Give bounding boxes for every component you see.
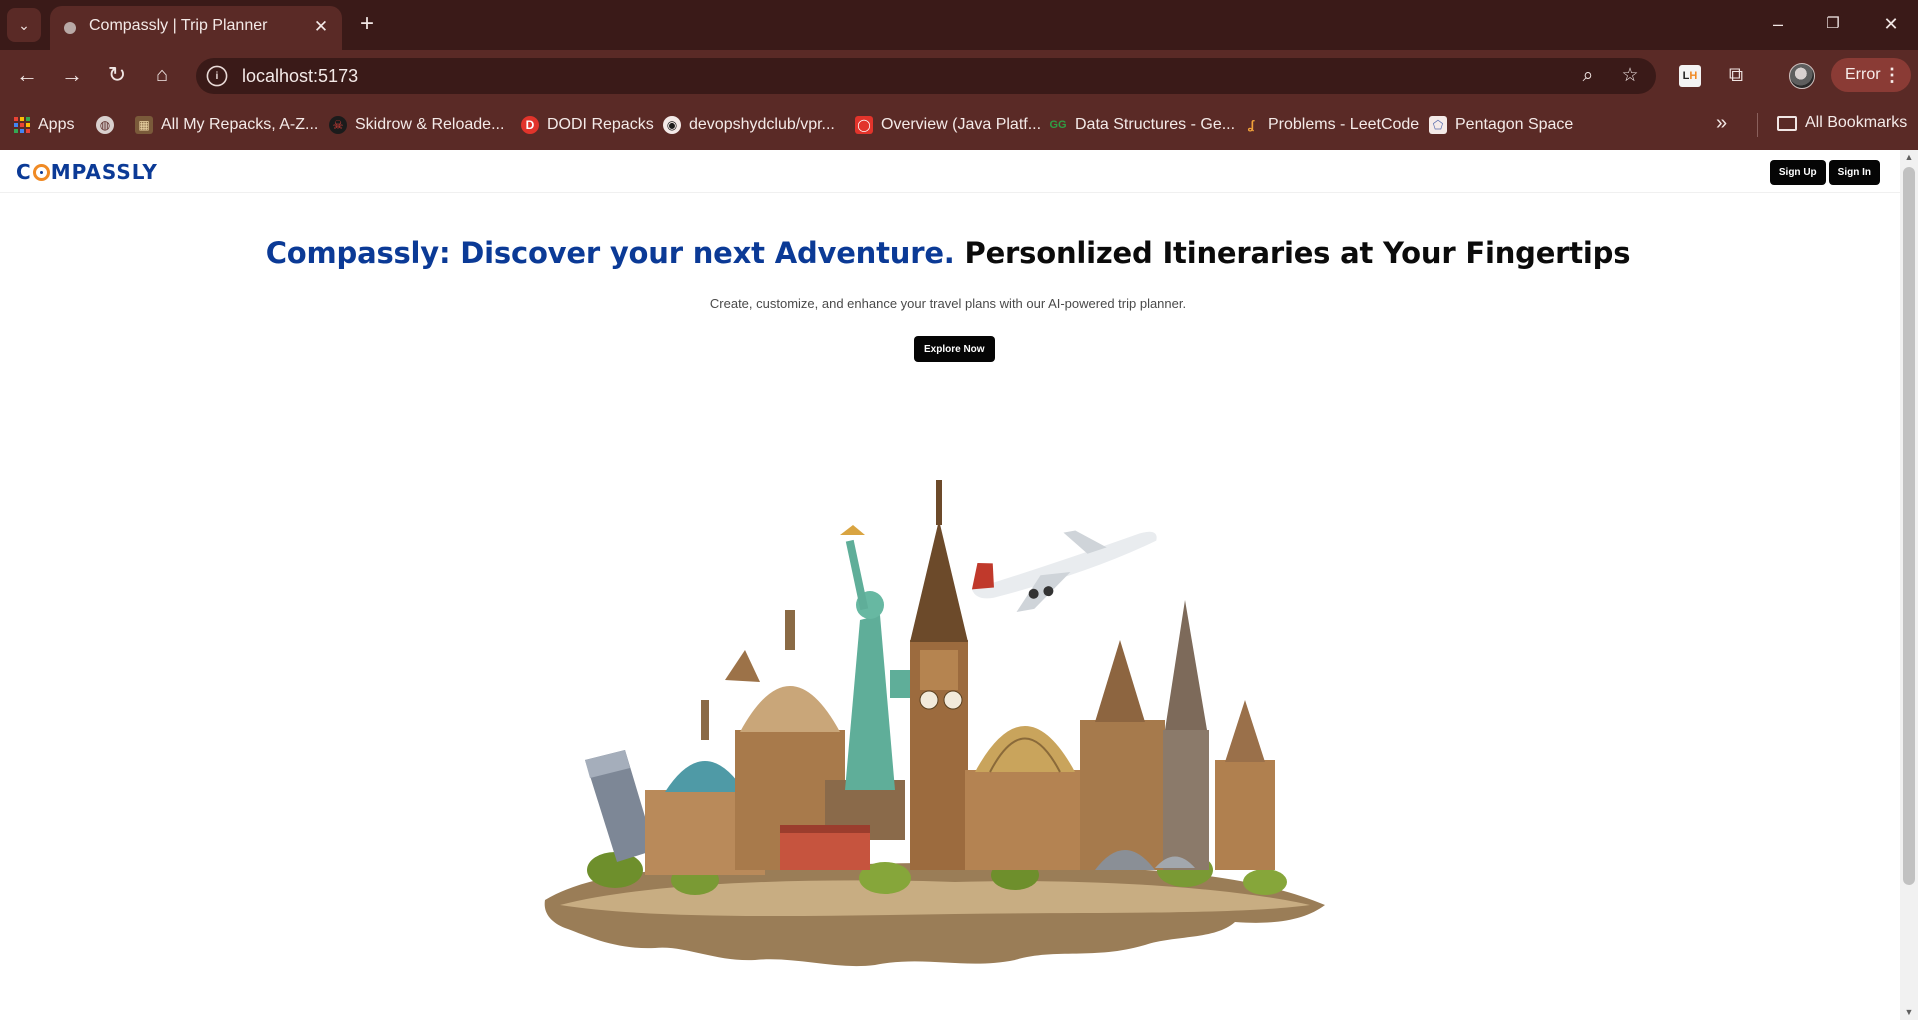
bookmark-github[interactable]: ◉ devopshydclub/vpr... [663,114,835,136]
bookmarks-divider [1757,113,1758,137]
tab-search-icon[interactable]: ⌄ [7,8,41,42]
hero-title-highlight: Compassly: Discover your next Adventure. [265,236,955,270]
restore-icon[interactable]: ❐ [1813,8,1853,40]
hero-subtitle: Create, customize, and enhance your trav… [709,296,1187,311]
zoom-icon[interactable]: ⌕ [1574,62,1602,90]
oracle-icon: ◯ [855,116,873,134]
repacks-icon: ▦ [135,116,153,134]
site-navbar: C MPASSLY Sign Up Sign In [0,150,1900,193]
bookmarks-bar: Apps ◍ ▦ All My Repacks, A-Z... ☠ Skidro… [0,100,1918,150]
page-viewport: C MPASSLY Sign Up Sign In Compassly: Disc… [0,150,1918,1020]
bookmark-label: Overview (Java Platf... [881,116,1042,133]
bookmark-label: Apps [38,116,75,133]
bookmark-java-overview[interactable]: ◯ Overview (Java Platf... [855,114,1041,136]
explore-now-button[interactable]: Explore Now [914,336,995,362]
scroll-up-icon[interactable]: ▲ [1900,150,1918,165]
bookmark-geeksforgeeks[interactable]: GG Data Structures - Ge... [1049,114,1235,136]
tab-title: Compassly | Trip Planner [89,17,268,34]
geeksforgeeks-icon: GG [1049,119,1067,131]
tab-strip: ⌄ Compassly | Trip Planner ✕ + – ❐ ✕ [0,0,1918,50]
sign-up-button[interactable]: Sign Up [1769,160,1826,185]
browser-toolbar: ← → ↻ ⌂ i localhost:5173 ⌕ ☆ LH ⧉ Error … [0,50,1918,100]
bookmark-label: DODI Repacks [547,116,654,133]
compass-icon [32,164,50,181]
extensions-puzzle-icon[interactable]: ⧉ [1722,61,1750,89]
bookmark-label: Pentagon Space [1455,116,1574,133]
more-bookmarks-chevron-icon[interactable]: » [1716,112,1727,135]
back-icon[interactable]: ← [11,59,43,91]
compassly-logo[interactable]: C MPASSLY [16,160,158,184]
leetcode-icon: ʆ [1247,118,1255,132]
scrollbar-thumb[interactable] [1903,167,1915,885]
hero-title-rest: Personlized Itineraries at Your Fingerti… [964,236,1631,270]
reload-icon[interactable]: ↻ [101,59,133,91]
skull-icon: ☠ [329,116,347,134]
bookmark-label: Data Structures - Ge... [1075,116,1236,133]
profile-error-label: Error [1845,66,1881,83]
bookmark-label: Problems - LeetCode [1268,116,1420,133]
bookmark-label: devopshydclub/vpr... [689,116,835,133]
auth-buttons: Sign Up Sign In [1769,160,1880,185]
profile-error-chip[interactable]: Error ⋮ [1831,58,1911,92]
bookmark-skidrow[interactable]: ☠ Skidrow & Reloade... [329,114,504,136]
active-tab[interactable]: Compassly | Trip Planner ✕ [50,6,342,50]
bookmark-all-my-repacks[interactable]: ▦ All My Repacks, A-Z... [135,114,318,136]
bookmark-label: Skidrow & Reloade... [355,116,505,133]
profile-avatar[interactable] [1789,63,1815,89]
forward-icon[interactable]: → [56,59,88,91]
bookmark-label: All My Repacks, A-Z... [161,116,319,133]
pentagon-icon: ⬠ [1429,116,1447,134]
globe-icon: ◍ [96,116,114,134]
bookmark-star-icon[interactable]: ☆ [1616,62,1644,90]
tab-close-icon[interactable]: ✕ [310,16,332,38]
address-bar[interactable]: i localhost:5173 ⌕ ☆ [196,58,1656,94]
bookmark-dodi[interactable]: D DODI Repacks [521,114,654,136]
page-scrollbar[interactable]: ▲ ▼ [1900,150,1918,1020]
github-icon: ◉ [663,116,681,134]
site-info-icon[interactable]: i [206,65,228,87]
sign-in-button[interactable]: Sign In [1828,160,1880,185]
browser-window: ⌄ Compassly | Trip Planner ✕ + – ❐ ✕ ← →… [0,0,1918,1020]
lighthouse-extension-icon[interactable]: LH [1679,65,1701,87]
bookmark-apps[interactable]: Apps [14,114,74,136]
all-bookmarks-label: All Bookmarks [1805,114,1908,131]
tab-favicon-icon [64,22,76,34]
landmarks-collage-illustration [544,480,1325,967]
menu-kebab-icon[interactable]: ⋮ [1883,58,1901,92]
folder-icon [1777,115,1797,131]
hero-title: Compassly: Discover your next Adventure.… [0,236,1896,270]
apps-grid-icon [14,117,30,133]
bookmark-globe[interactable]: ◍ [96,114,114,136]
bookmark-pentagon-space[interactable]: ⬠ Pentagon Space [1429,114,1573,136]
minimize-icon[interactable]: – [1758,8,1798,40]
new-tab-icon[interactable]: + [352,10,382,40]
home-icon[interactable]: ⌂ [146,59,178,91]
window-close-icon[interactable]: ✕ [1871,8,1911,40]
all-bookmarks-button[interactable]: All Bookmarks [1777,114,1907,132]
url-text[interactable]: localhost:5173 [242,66,358,87]
dodi-icon: D [521,116,539,134]
scroll-down-icon[interactable]: ▼ [1900,1005,1918,1020]
bookmark-leetcode[interactable]: ʆ Problems - LeetCode [1242,114,1419,136]
